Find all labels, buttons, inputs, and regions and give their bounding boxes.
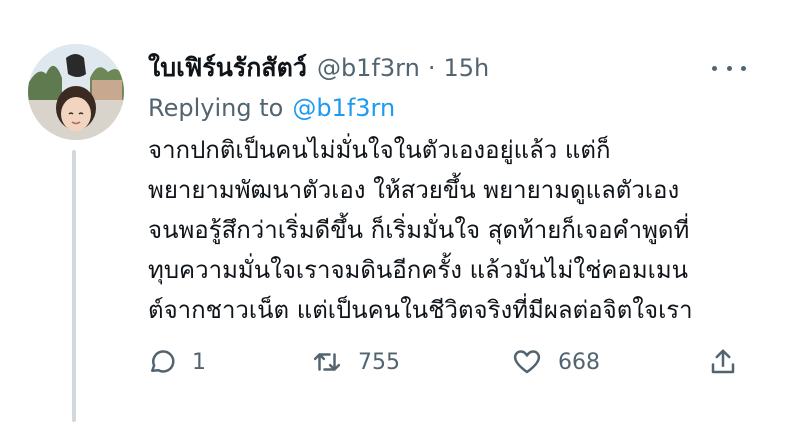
tweet-body-line: จนพอรู้สึกว่าเริ่มดีขึ้น ก็เริ่มมั่นใจ ส… xyxy=(148,216,690,244)
tweet-header: ใบเฟิร์นรักสัตว์ @b1f3rn · 15h xyxy=(148,50,489,86)
reply-count: 1 xyxy=(192,349,206,375)
share-icon xyxy=(711,349,735,374)
more-dot-icon xyxy=(741,65,746,71)
retweet-icon xyxy=(313,353,341,371)
like-count: 668 xyxy=(558,349,600,375)
tweet: ใบเฟิร์นรักสัตว์ @b1f3rn · 15h Replying … xyxy=(0,0,800,422)
avatar[interactable] xyxy=(28,44,124,140)
replying-to-label: Replying to xyxy=(148,94,284,122)
share-button[interactable] xyxy=(708,340,738,384)
user-handle[interactable]: @b1f3rn xyxy=(317,54,420,82)
action-bar: 1 755 668 xyxy=(0,340,800,384)
tweet-body-line: พยายามพัฒนาตัวเอง ให้สวยขึ้น พยายามดูแลต… xyxy=(148,176,680,204)
tweet-body: จากปกติเป็นคนไม่มั่นใจในตัวเองอยู่แล้ว แ… xyxy=(148,130,768,330)
retweet-count: 755 xyxy=(358,349,400,375)
more-dot-icon xyxy=(712,65,717,71)
more-options-button[interactable] xyxy=(712,60,746,76)
display-name[interactable]: ใบเฟิร์นรักสัตว์ xyxy=(148,48,307,88)
retweet-button[interactable]: 755 xyxy=(312,340,400,384)
separator-dot: · xyxy=(427,54,436,82)
reply-icon xyxy=(151,350,175,373)
tweet-body-line: ทุบความมั่นใจเราจมดินอีกครั้ง แล้วมันไม่… xyxy=(148,256,689,284)
replying-to: Replying to @b1f3rn xyxy=(148,92,395,124)
timestamp[interactable]: 15h xyxy=(443,54,489,82)
tweet-body-line: จากปกติเป็นคนไม่มั่นใจในตัวเองอยู่แล้ว แ… xyxy=(148,136,611,164)
tweet-body-line: ต์จากชาวเน็ต แต่เป็นคนในชีวิตจริงที่มีผล… xyxy=(148,296,693,324)
like-button[interactable]: 668 xyxy=(512,340,600,384)
replying-to-handle-link[interactable]: @b1f3rn xyxy=(292,94,395,122)
reply-button[interactable]: 1 xyxy=(146,340,206,384)
more-dot-icon xyxy=(726,65,732,71)
heart-icon xyxy=(513,350,541,374)
